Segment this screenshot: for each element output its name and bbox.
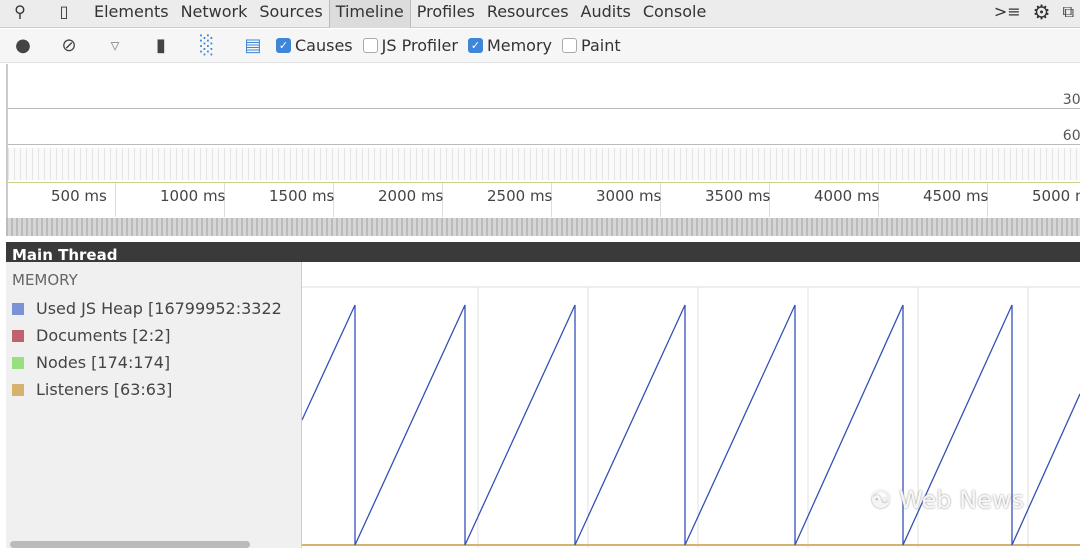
fps-60-label: 60 f — [1062, 128, 1080, 144]
tab-resources[interactable]: Resources — [481, 0, 575, 28]
ruler-tick: 1500 ms — [269, 187, 335, 205]
gear-icon[interactable]: ⚙ — [1027, 0, 1057, 28]
legend-label: Used JS Heap [16799952:3322 — [36, 299, 282, 318]
legend-documents[interactable]: Documents [2:2] — [6, 322, 301, 349]
tab-elements[interactable]: Elements — [88, 0, 175, 28]
ruler-tick: 4500 ms — [923, 187, 989, 205]
device-mode-icon[interactable]: ▯ — [40, 0, 88, 28]
causes-label: Causes — [295, 36, 353, 55]
ruler-tick: 4000 ms — [814, 187, 880, 205]
legend-used-js-heap[interactable]: Used JS Heap [16799952:3322 — [6, 295, 301, 322]
memory-heading: MEMORY — [12, 271, 78, 289]
legend-label: Nodes [174:174] — [36, 353, 171, 372]
tab-audits[interactable]: Audits — [575, 0, 637, 28]
timeline-toolbar: ● ⊘ ▿ ▮ ░ ▤ ✓ Causes JS Profiler ✓ Memory … — [0, 29, 1080, 63]
main-thread-header: Main Thread — [6, 242, 1080, 262]
search-icon[interactable]: ⚲ — [0, 0, 40, 28]
tab-console[interactable]: Console — [637, 0, 713, 28]
ruler-tick: 2500 ms — [487, 187, 553, 205]
trash-icon[interactable]: ▮ — [138, 35, 184, 56]
ruler-tick: 3500 ms — [705, 187, 771, 205]
tab-timeline[interactable]: Timeline — [328, 0, 411, 28]
clear-icon[interactable]: ⊘ — [46, 35, 92, 56]
watermark-text: Web News — [899, 486, 1024, 514]
time-ruler: 500 ms 1000 ms 1500 ms 2000 ms 2500 ms 3000 m… — [6, 182, 1080, 217]
memory-legend: MEMORY Used JS Heap [16799952:3322 Docum… — [6, 262, 302, 548]
fps-30-label: 30 f — [1062, 92, 1080, 108]
bars-view-icon[interactable]: ░ — [184, 35, 230, 56]
ruler-tick: 500 ms — [51, 187, 107, 205]
tab-profiles[interactable]: Profiles — [411, 0, 481, 28]
watermark: ☯ Web News — [870, 486, 1024, 514]
console-drawer-icon[interactable]: >≡ — [988, 0, 1027, 28]
memory-label: Memory — [486, 36, 553, 55]
memory-checkbox[interactable]: ✓ Memory — [467, 36, 553, 55]
ruler-gridline — [115, 183, 116, 217]
ruler-tick: 3000 ms — [596, 187, 662, 205]
paint-checkbox[interactable]: Paint — [562, 36, 621, 55]
legend-label: Documents [2:2] — [36, 326, 171, 345]
wechat-icon: ☯ — [870, 486, 900, 514]
legend-listeners[interactable]: Listeners [63:63] — [6, 376, 301, 403]
legend-label: Listeners [63:63] — [36, 380, 173, 399]
tab-network[interactable]: Network — [175, 0, 254, 28]
causes-checkbox[interactable]: ✓ Causes — [276, 36, 353, 55]
legend-nodes[interactable]: Nodes [174:174] — [6, 349, 301, 376]
filter-icon[interactable]: ▿ — [92, 35, 138, 56]
ruler-tick: 5000 ms — [1032, 187, 1080, 205]
dock-icon[interactable]: ⧉ — [1057, 0, 1080, 28]
tab-sources[interactable]: Sources — [253, 0, 328, 28]
devtools-tab-bar: ⚲ ▯ Elements Network Sources Timeline Pr… — [0, 0, 1080, 28]
ruler-tick: 1000 ms — [160, 187, 226, 205]
overview-scrubber[interactable] — [6, 218, 1080, 236]
flame-view-icon[interactable]: ▤ — [230, 35, 276, 56]
js-profiler-label: JS Profiler — [381, 36, 458, 55]
horizontal-scrollbar[interactable] — [10, 541, 250, 548]
js-profiler-checkbox[interactable]: JS Profiler — [362, 36, 458, 55]
paint-label: Paint — [581, 36, 621, 55]
ruler-tick: 2000 ms — [378, 187, 444, 205]
record-icon[interactable]: ● — [0, 35, 46, 56]
